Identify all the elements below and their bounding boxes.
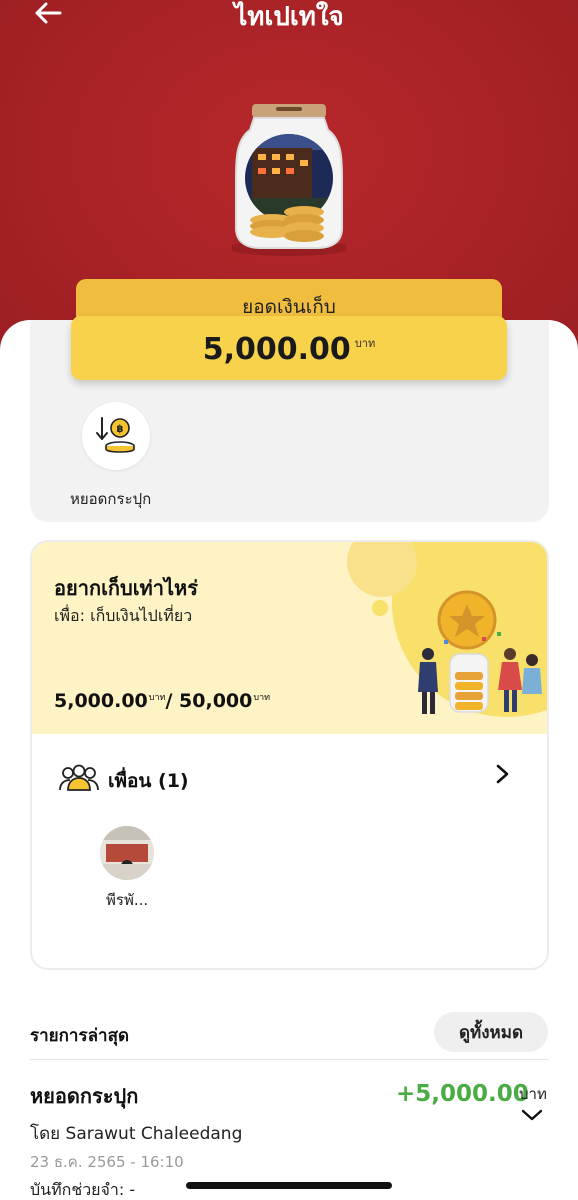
balance-amount: 5,000.00 bbox=[202, 332, 351, 367]
friend-name: พีรพั... bbox=[106, 891, 149, 909]
see-all-button[interactable]: ดูทั้งหมด bbox=[434, 1012, 548, 1052]
goal-summary: อยากเก็บเท่าไหร่ เพื่อ: เก็บเงินไปเที่ยว… bbox=[32, 542, 547, 734]
avatar[interactable] bbox=[100, 826, 154, 880]
goal-saved-unit: บาท bbox=[148, 693, 166, 703]
recent-title: รายการล่าสุด bbox=[30, 1026, 129, 1046]
savings-jar-image bbox=[232, 104, 346, 256]
divider bbox=[30, 1059, 549, 1060]
coin-deposit-icon: ฿ bbox=[96, 417, 135, 453]
drop-coin-label: หยอดกระปุก bbox=[70, 490, 152, 508]
chevron-down-icon[interactable] bbox=[519, 1106, 545, 1124]
goal-purpose: เพื่อ: เก็บเงินไปเที่ยว bbox=[54, 606, 193, 625]
chevron-right-icon[interactable] bbox=[492, 762, 512, 786]
home-indicator[interactable] bbox=[186, 1182, 392, 1189]
balance-banner: 5,000.00 บาท bbox=[71, 316, 507, 380]
goal-separator: / bbox=[165, 690, 180, 712]
svg-text:฿: ฿ bbox=[117, 424, 124, 435]
transaction-by: โดย Sarawut Chaleedang bbox=[30, 1124, 243, 1144]
goal-saved: 5,000.00 bbox=[54, 690, 148, 712]
friends-label: เพื่อน (1) bbox=[108, 770, 189, 792]
friends-row[interactable]: เพื่อน (1) bbox=[32, 734, 547, 824]
transaction-title: หยอดกระปุก bbox=[30, 1084, 139, 1108]
goal-progress: 5,000.00บาท/ 50,000บาท bbox=[54, 690, 270, 712]
group-icon bbox=[59, 764, 99, 791]
goal-card[interactable]: อยากเก็บเท่าไหร่ เพื่อ: เก็บเงินไปเที่ยว… bbox=[30, 540, 549, 970]
balance-unit: บาท bbox=[354, 337, 376, 350]
drop-coin-button[interactable]: ฿ bbox=[82, 402, 150, 470]
transaction-unit: บาท bbox=[519, 1085, 547, 1103]
page-title: ไทเปเทใจ bbox=[234, 2, 344, 32]
top-bar: ไทเปเทใจ bbox=[0, 0, 578, 32]
goal-title: อยากเก็บเท่าไหร่ bbox=[54, 576, 198, 600]
friend-photo bbox=[100, 826, 154, 880]
celebration-illustration bbox=[347, 542, 547, 717]
goal-target: 50,000 bbox=[179, 690, 253, 712]
transaction-amount: +5,000.00 bbox=[396, 1081, 529, 1107]
transaction-note: บันทึกช่วยจำ: - bbox=[30, 1180, 136, 1199]
transaction-time: 23 ธ.ค. 2565 - 16:10 bbox=[30, 1153, 184, 1171]
goal-target-unit: บาท bbox=[253, 693, 271, 703]
